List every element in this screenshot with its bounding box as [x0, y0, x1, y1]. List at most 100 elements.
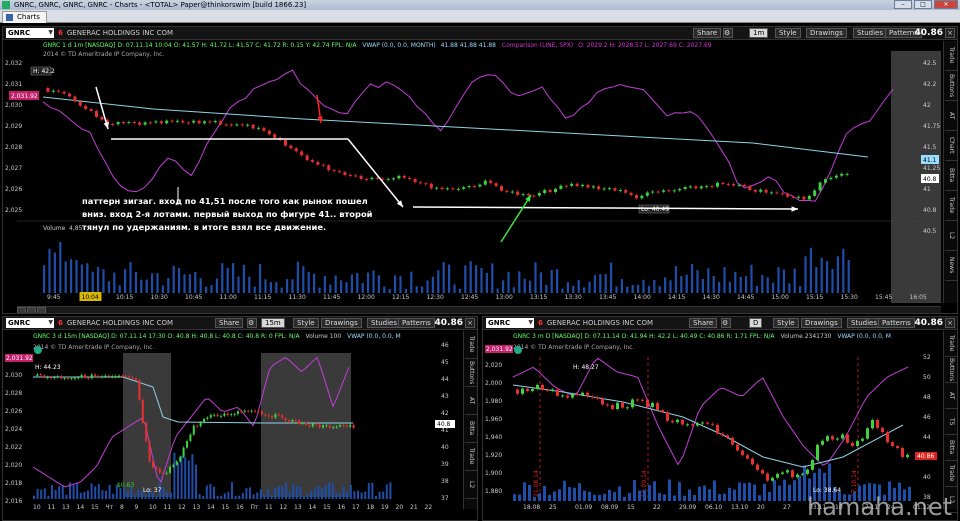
side-tab-bitta[interactable]: Bitta [465, 415, 477, 443]
candle-body [175, 461, 178, 465]
side-tab-bitta[interactable]: Bitta [945, 161, 957, 191]
volume-bar [653, 279, 656, 293]
side-tab-trade[interactable]: Trade [945, 41, 957, 71]
side-tab-at[interactable]: AT [465, 387, 477, 415]
side-tab-trade[interactable]: Trade [945, 461, 957, 487]
volume-bar [97, 483, 100, 499]
volume-bar [264, 279, 267, 293]
side-tab-at[interactable]: AT [945, 101, 957, 131]
side-tab-bitta[interactable]: Bitta [945, 435, 957, 461]
side-tab-buttons[interactable]: Buttons [465, 359, 477, 387]
volume-bar [491, 263, 494, 293]
volume-bar [728, 281, 731, 293]
candle-body [402, 175, 406, 178]
side-tab-ts[interactable]: TS [945, 409, 957, 435]
side-tab-at[interactable]: AT [945, 383, 957, 409]
tab-charts[interactable]: Charts [2, 11, 47, 23]
left-axis-label: 2,022 [5, 444, 22, 451]
time-axis-label: 15:15 [806, 294, 823, 301]
candle-body [408, 177, 412, 179]
volume-bar [267, 489, 269, 499]
left-chart-canvas[interactable]: 2,0322,0302,0282,0262,0242,0222,0202,018… [3, 317, 478, 521]
side-tab-l2[interactable]: L2 [465, 471, 477, 499]
candle-body [816, 444, 819, 461]
time-axis-label: 8 [120, 504, 124, 511]
candle-body [618, 190, 622, 192]
left-axis-label: 2,029 [5, 123, 22, 130]
side-tab-trade[interactable]: Trade [465, 443, 477, 471]
volume-bar [220, 495, 223, 499]
volume-bar [518, 271, 521, 293]
time-axis-label: 12:45 [461, 294, 478, 301]
volume-bar [191, 454, 194, 499]
side-tab-trade[interactable]: Trade [945, 331, 957, 357]
volume-bar [107, 281, 110, 293]
left-axis-label: 1,960 [485, 416, 502, 423]
candle-body [532, 195, 536, 197]
candle-body [62, 91, 66, 94]
volume-bar [173, 452, 176, 499]
volume-bar [43, 488, 46, 499]
right-axis-label: 50 [923, 374, 931, 381]
minimize-button[interactable]: – [894, 0, 912, 9]
volume-bar [97, 266, 100, 293]
side-tab-l2[interactable]: L2 [945, 221, 957, 251]
volume-bar [33, 495, 35, 499]
candle-body [176, 120, 179, 122]
candle-body [446, 188, 449, 190]
volume-bar [275, 282, 278, 293]
time-axis-label: 01.09 [575, 504, 592, 511]
right-tag: 40.86 [917, 453, 934, 460]
volume-bar [209, 483, 212, 499]
volume-bar [696, 270, 699, 293]
volume-bar [335, 492, 338, 499]
candle-body [440, 187, 444, 190]
maximize-button[interactable]: □ [914, 0, 932, 9]
side-tab-trade[interactable]: Trade [465, 331, 477, 359]
side-tab-buttons[interactable]: Buttons [945, 71, 957, 101]
candle-body [53, 377, 56, 379]
lo-small-label: $0.63 [117, 482, 134, 489]
volume-bar [556, 269, 559, 293]
candle-body [570, 183, 574, 186]
volume-bar [385, 484, 388, 499]
volume-bar [377, 275, 380, 293]
candle-body [591, 186, 595, 188]
candle-body [621, 402, 624, 408]
volume-bar [113, 272, 116, 293]
candle-body [586, 392, 589, 397]
volume-bar [291, 279, 294, 293]
zoom-out-button[interactable] [27, 307, 36, 313]
close-window-button[interactable]: ✕ [934, 0, 958, 9]
candle-body [764, 189, 768, 193]
left-axis-label: 1,880 [485, 488, 502, 495]
volume-bar [658, 493, 661, 501]
zoom-in-button[interactable] [37, 307, 46, 313]
time-axis-label: 11 [48, 504, 56, 511]
volume-bar [221, 263, 224, 293]
scroll-left-button[interactable] [17, 307, 26, 313]
side-tab-buttons[interactable]: Buttons [945, 357, 957, 383]
volume-bar [310, 491, 313, 499]
volume-bar [831, 268, 834, 293]
side-tab-news[interactable]: News [945, 251, 957, 281]
candle-body [711, 423, 714, 425]
main-chart-canvas[interactable]: 2,032 2,031 2,030 2,029 2,028 2,027 2,026 2,025… [3, 27, 958, 314]
time-axis-label: 12:15 [392, 294, 409, 301]
right-axis-label: 43 [441, 393, 449, 400]
annotation-text: паттерн зигзаг. вход по 41,51 после того… [82, 196, 373, 232]
candle-body [686, 424, 689, 426]
candle-body [791, 470, 794, 478]
time-axis-label: 19 [381, 504, 389, 511]
volume-bar [340, 280, 343, 293]
main-scrollbar[interactable] [17, 306, 941, 313]
volume-bar [410, 271, 413, 293]
candle-body [128, 376, 131, 378]
side-tab-trade[interactable]: Trade [945, 191, 957, 221]
candle-body [208, 121, 212, 123]
side-tab-chart[interactable]: Chart [945, 131, 957, 161]
left-axis-label: 2,030 [5, 372, 22, 379]
right-chart-canvas[interactable]: 2,020 2,000 1,980 1,960 1,940 1,920 1,900 1,880… [483, 317, 958, 521]
volume-bar [129, 262, 132, 293]
candle-body [581, 184, 584, 187]
